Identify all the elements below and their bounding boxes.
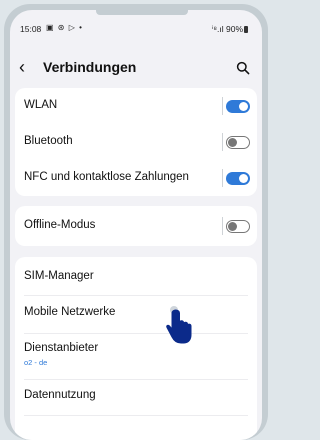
offline-mode-label: Offline-Modus bbox=[24, 219, 96, 231]
app-header: ‹ Verbindungen bbox=[10, 54, 262, 84]
list-item-nfc[interactable]: NFC und kontaktlose Zahlungen bbox=[15, 160, 257, 196]
separator bbox=[222, 133, 223, 151]
speaker-notch bbox=[96, 10, 188, 15]
phone-frame: 15:08 ▣ ⊛ ▷ • ⁱ⁸.ıl 90% ‹ Verbindungen W… bbox=[4, 4, 268, 440]
bluetooth-toggle[interactable] bbox=[226, 136, 250, 149]
search-icon[interactable] bbox=[236, 61, 250, 75]
bluetooth-label: Bluetooth bbox=[24, 135, 73, 147]
wlan-toggle[interactable] bbox=[226, 100, 250, 113]
page-title: Verbindungen bbox=[43, 59, 137, 75]
offline-card: Offline-Modus bbox=[15, 206, 257, 246]
toggle-knob bbox=[239, 102, 248, 111]
mobile-networks-label: Mobile Netzwerke bbox=[24, 306, 116, 318]
battery-icon bbox=[244, 26, 248, 33]
status-right-text: ⁱ⁸.ıl 90% bbox=[211, 24, 243, 34]
list-item-offline-mode[interactable]: Offline-Modus bbox=[15, 208, 257, 244]
offline-mode-toggle[interactable] bbox=[226, 220, 250, 233]
nfc-label: NFC und kontaktlose Zahlungen bbox=[24, 171, 189, 183]
status-bar: 15:08 ▣ ⊛ ▷ • ⁱ⁸.ıl 90% bbox=[10, 20, 262, 38]
list-item-service-provider[interactable]: Dienstanbieter o2 - de bbox=[15, 333, 257, 377]
status-notification-icons: ▣ ⊛ ▷ • bbox=[46, 23, 83, 32]
hand-pointer-icon bbox=[166, 306, 192, 344]
list-item-sim-manager[interactable]: SIM-Manager bbox=[15, 259, 257, 295]
list-item-bluetooth[interactable]: Bluetooth bbox=[15, 124, 257, 160]
sim-manager-label: SIM-Manager bbox=[24, 270, 94, 282]
list-item-mobile-networks[interactable]: Mobile Netzwerke bbox=[15, 295, 257, 331]
connections-card: WLAN Bluetooth NFC und kontaktlose Zahlu… bbox=[15, 88, 257, 196]
toggle-knob bbox=[239, 174, 248, 183]
screen: 15:08 ▣ ⊛ ▷ • ⁱ⁸.ıl 90% ‹ Verbindungen W… bbox=[10, 10, 262, 440]
separator bbox=[222, 169, 223, 187]
back-arrow-icon[interactable]: ‹ bbox=[19, 54, 25, 80]
nfc-toggle[interactable] bbox=[226, 172, 250, 185]
network-card: SIM-Manager Mobile Netzwerke Dienstanbie… bbox=[15, 257, 257, 440]
service-provider-value: o2 - de bbox=[24, 358, 48, 367]
toggle-knob bbox=[228, 137, 237, 147]
separator bbox=[222, 217, 223, 235]
data-usage-label: Datennutzung bbox=[24, 389, 96, 401]
separator bbox=[222, 97, 223, 115]
list-item-data-usage[interactable]: Datennutzung bbox=[15, 379, 257, 415]
status-time: 15:08 bbox=[20, 24, 42, 34]
toggle-knob bbox=[228, 221, 237, 231]
service-provider-label: Dienstanbieter bbox=[24, 342, 99, 354]
divider bbox=[24, 415, 248, 416]
status-signal-battery: ⁱ⁸.ıl 90% bbox=[212, 24, 248, 35]
wlan-label: WLAN bbox=[24, 99, 58, 111]
list-item-wlan[interactable]: WLAN bbox=[15, 88, 257, 124]
